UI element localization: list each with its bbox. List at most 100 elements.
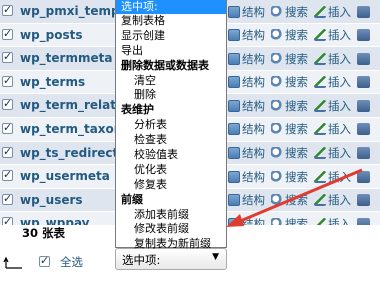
check-all-label[interactable]: 全选	[60, 254, 83, 270]
dropdown-option[interactable]: 优化表	[116, 163, 226, 178]
structure-icon	[228, 29, 240, 42]
search-icon	[271, 170, 283, 183]
structure-action[interactable]: 结构	[228, 51, 265, 67]
search-icon	[271, 52, 283, 65]
structure-action[interactable]: 结构	[228, 27, 265, 43]
row-checkbox[interactable]	[2, 97, 13, 111]
table-name-link[interactable]: wp_term_taxono	[20, 122, 125, 136]
insert-icon	[314, 123, 326, 136]
table-name-link[interactable]: wp_users	[20, 193, 125, 207]
table-name-link[interactable]: wp_usermeta	[20, 169, 125, 183]
more-action[interactable]	[357, 194, 372, 207]
table-name-link[interactable]: wp_termmeta	[20, 51, 125, 65]
more-action[interactable]	[357, 99, 372, 112]
structure-action[interactable]: 结构	[228, 74, 265, 90]
search-action[interactable]: 搜索	[271, 51, 308, 67]
insert-action[interactable]: 插入	[314, 192, 351, 208]
search-icon	[271, 29, 283, 42]
dropdown-optgroup-label: 删除数据或数据表	[121, 58, 209, 72]
structure-icon	[228, 99, 240, 112]
structure-action[interactable]: 结构	[228, 145, 265, 161]
dropdown-option[interactable]: 修改表前缀	[116, 222, 226, 237]
dropdown-option[interactable]: 检查表	[116, 133, 226, 148]
insert-action[interactable]: 插入	[314, 98, 351, 114]
row-actions: 结构 搜索 插入	[228, 3, 378, 20]
more-action[interactable]	[357, 123, 372, 136]
more-icon	[357, 5, 370, 18]
dropdown-option[interactable]: 复制表格	[116, 14, 226, 29]
more-action[interactable]	[357, 52, 372, 65]
row-checkbox[interactable]	[2, 168, 13, 182]
more-action[interactable]	[357, 76, 372, 89]
dropdown-option[interactable]: 删除	[116, 88, 226, 103]
table-name-link[interactable]: wp_terms	[20, 75, 125, 89]
insert-action[interactable]: 插入	[314, 74, 351, 90]
row-actions: 结构 搜索 插入	[228, 74, 378, 91]
row-actions: 结构 搜索 插入	[228, 145, 378, 162]
insert-action[interactable]: 插入	[314, 27, 351, 43]
dropdown-option[interactable]: 分析表	[116, 118, 226, 133]
search-action[interactable]: 搜索	[271, 98, 308, 114]
more-icon	[357, 123, 370, 136]
dropdown-option[interactable]: 清空	[116, 74, 226, 89]
insert-action[interactable]: 插入	[314, 4, 351, 20]
row-checkbox[interactable]	[2, 50, 13, 64]
dropdown-optgroup-label: 前缀	[121, 192, 143, 206]
table-name-link[interactable]: wp_posts	[20, 28, 125, 42]
table-name-link[interactable]: wp_term_relation	[20, 98, 125, 112]
dropdown-optgroup-label: 表维护	[121, 103, 154, 117]
insert-action[interactable]: 插入	[314, 51, 351, 67]
insert-action[interactable]: 插入	[314, 145, 351, 161]
search-action[interactable]: 搜索	[271, 27, 308, 43]
insert-icon	[314, 52, 326, 65]
search-action[interactable]: 搜索	[271, 121, 308, 137]
search-icon	[271, 123, 283, 136]
insert-icon	[314, 147, 326, 160]
row-checkbox[interactable]	[2, 192, 13, 205]
structure-icon	[228, 76, 240, 89]
chevron-down-icon: ▼	[212, 252, 219, 262]
table-name-link[interactable]: wp_ts_redirects	[20, 146, 125, 160]
with-selected-value: 选中项:	[122, 253, 161, 267]
more-action[interactable]	[357, 147, 372, 160]
check-all-checkbox[interactable]	[39, 254, 50, 267]
dropdown-option[interactable]: 校验值表	[116, 148, 226, 163]
search-icon	[271, 194, 283, 207]
structure-action[interactable]: 结构	[228, 98, 265, 114]
more-action[interactable]	[357, 5, 372, 18]
insert-action[interactable]: 插入	[314, 121, 351, 137]
row-checkbox[interactable]	[2, 145, 13, 158]
row-checkbox[interactable]	[2, 27, 13, 40]
search-action[interactable]: 搜索	[271, 145, 308, 161]
more-action[interactable]	[357, 170, 372, 183]
search-action[interactable]: 搜索	[271, 192, 308, 208]
dropdown-option[interactable]: 导出	[116, 44, 226, 59]
with-selected-dropdown[interactable]: 选中项: 复制表格 显示创建 导出 删除数据或数据表清空 删除 表维护 分析表 检查表 校验值表…	[115, 0, 227, 250]
more-icon	[357, 147, 370, 160]
row-checkbox[interactable]	[2, 74, 13, 87]
table-name-link[interactable]: wp_pmxi_templat	[20, 4, 125, 18]
structure-icon	[228, 52, 240, 65]
search-action[interactable]: 搜索	[271, 74, 308, 90]
search-action[interactable]: 搜索	[271, 4, 308, 20]
dropdown-option[interactable]: 修复表	[116, 178, 226, 193]
more-action[interactable]	[357, 29, 372, 42]
table-count: 30 张表	[0, 225, 115, 240]
structure-action[interactable]: 结构	[228, 192, 265, 208]
dropdown-option[interactable]: 添加表前缀	[116, 208, 226, 223]
insert-action[interactable]: 插入	[314, 169, 351, 185]
search-icon	[271, 147, 283, 160]
search-action[interactable]: 搜索	[271, 169, 308, 185]
structure-icon	[228, 170, 240, 183]
structure-action[interactable]: 结构	[228, 121, 265, 137]
insert-icon	[314, 5, 326, 18]
structure-action[interactable]: 结构	[228, 169, 265, 185]
structure-action[interactable]: 结构	[228, 4, 265, 20]
row-actions: 结构 搜索 插入	[228, 121, 378, 138]
dropdown-option[interactable]: 显示创建	[116, 29, 226, 44]
row-checkbox[interactable]	[2, 121, 13, 134]
row-checkbox[interactable]	[2, 3, 13, 16]
dropdown-selected-option[interactable]: 选中项:	[116, 0, 226, 14]
row-actions: 结构 搜索 插入	[228, 50, 378, 67]
dropdown-option[interactable]: 复制表为新前缀	[116, 237, 226, 252]
